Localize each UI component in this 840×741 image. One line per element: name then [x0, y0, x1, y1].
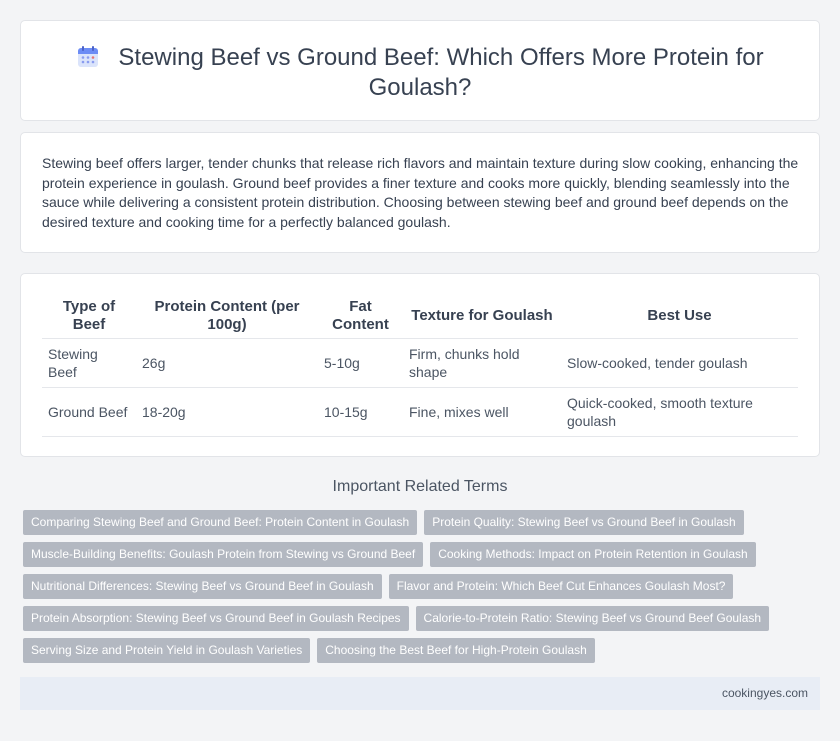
related-terms-title: Important Related Terms: [332, 478, 508, 495]
column-header: Best Use: [561, 294, 798, 339]
footer-bar: cookingyes.com: [20, 677, 820, 710]
related-term-link[interactable]: Muscle-Building Benefits: Goulash Protei…: [23, 542, 424, 567]
table-cell: Fine, mixes well: [403, 387, 561, 437]
table-cell: 18-20g: [136, 387, 318, 437]
intro-card: Stewing beef offers larger, tender chunk…: [20, 132, 820, 253]
column-header: Protein Content (per 100g): [136, 294, 318, 339]
table-cell: 10-15g: [318, 387, 403, 437]
site-name[interactable]: cookingyes.com: [722, 686, 808, 700]
page-title-wrap: Stewing Beef vs Ground Beef: Which Offer…: [61, 43, 779, 103]
comparison-table: Type of Beef Protein Content (per 100g) …: [42, 294, 798, 437]
tag-row: Serving Size and Protein Yield in Goulas…: [23, 638, 823, 670]
table-cell: Slow-cooked, tender goulash: [561, 338, 798, 388]
tag-row: Muscle-Building Benefits: Goulash Protei…: [23, 542, 823, 574]
table-header-row: Type of Beef Protein Content (per 100g) …: [42, 294, 798, 339]
tag-row: Protein Absorption: Stewing Beef vs Grou…: [23, 606, 823, 638]
related-term-link[interactable]: Cooking Methods: Impact on Protein Reten…: [430, 542, 756, 567]
related-term-link[interactable]: Comparing Stewing Beef and Ground Beef: …: [23, 510, 418, 535]
table-cell: 5-10g: [318, 338, 403, 388]
related-terms-list: Comparing Stewing Beef and Ground Beef: …: [23, 510, 823, 670]
comparison-table-card: Type of Beef Protein Content (per 100g) …: [20, 273, 820, 457]
column-header: Texture for Goulash: [403, 294, 561, 339]
related-term-link[interactable]: Serving Size and Protein Yield in Goulas…: [23, 638, 311, 663]
related-term-link[interactable]: Protein Absorption: Stewing Beef vs Grou…: [23, 606, 409, 631]
table-cell: Quick-cooked, smooth texture goulash: [561, 387, 798, 437]
related-term-link[interactable]: Calorie-to-Protein Ratio: Stewing Beef v…: [415, 606, 770, 631]
header-card: Stewing Beef vs Ground Beef: Which Offer…: [20, 20, 820, 121]
table-cell: Firm, chunks hold shape: [403, 338, 561, 388]
related-term-link[interactable]: Flavor and Protein: Which Beef Cut Enhan…: [388, 574, 734, 599]
page-title: Stewing Beef vs Ground Beef: Which Offer…: [118, 44, 764, 101]
column-header: Type of Beef: [42, 294, 136, 339]
related-term-link[interactable]: Nutritional Differences: Stewing Beef vs…: [23, 574, 382, 599]
table-row: Stewing Beef 26g 5-10g Firm, chunks hold…: [42, 338, 798, 388]
table-row: Ground Beef 18-20g 10-15g Fine, mixes we…: [42, 387, 798, 437]
table-cell: Ground Beef: [42, 387, 136, 437]
column-header: Fat Content: [318, 294, 403, 339]
intro-paragraph: Stewing beef offers larger, tender chunk…: [42, 155, 799, 230]
table-cell: Stewing Beef: [42, 338, 136, 388]
calendar-icon: [78, 46, 99, 67]
related-term-link[interactable]: Protein Quality: Stewing Beef vs Ground …: [424, 510, 744, 535]
tag-row: Comparing Stewing Beef and Ground Beef: …: [23, 510, 823, 542]
table-cell: 26g: [136, 338, 318, 388]
tag-row: Nutritional Differences: Stewing Beef vs…: [23, 574, 823, 606]
related-term-link[interactable]: Choosing the Best Beef for High-Protein …: [317, 638, 595, 663]
